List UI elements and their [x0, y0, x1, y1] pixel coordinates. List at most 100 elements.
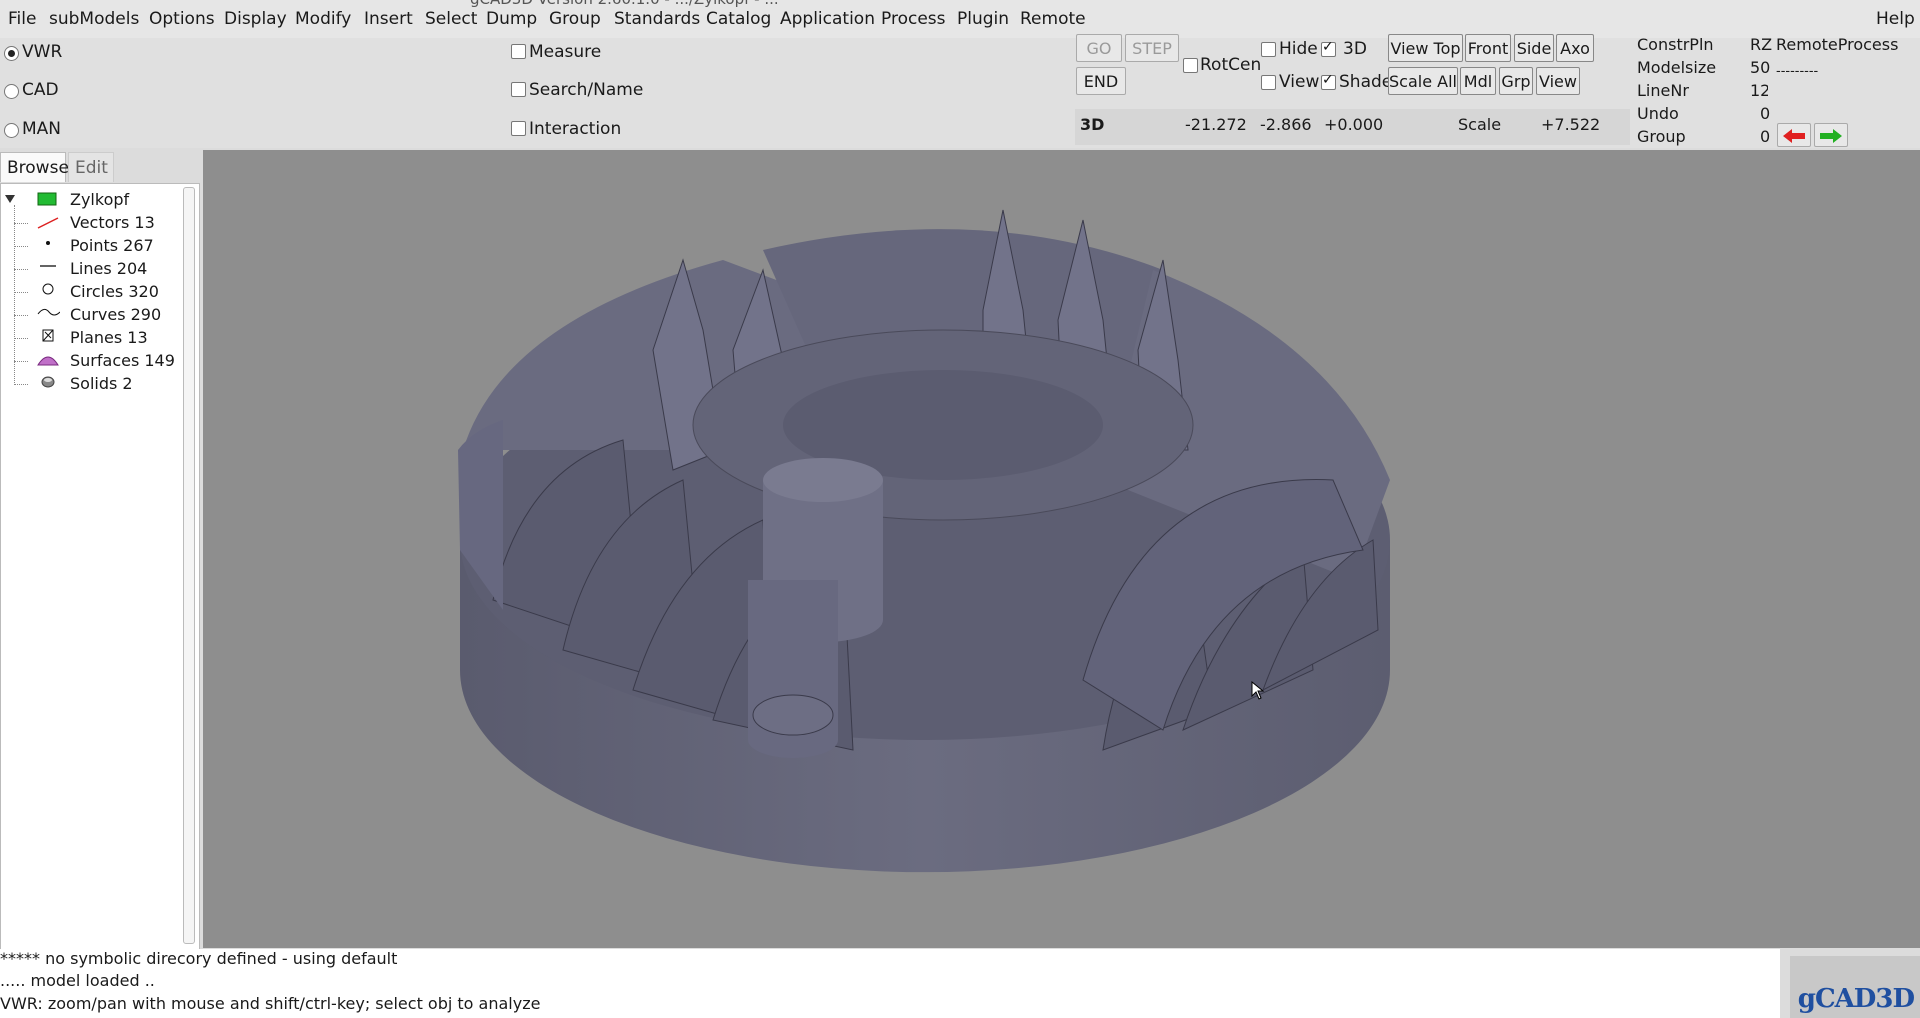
window-title: gCAD3D Version 2.60.1.0 - .../Zylkopf - … — [470, 0, 779, 8]
arrow-right-icon — [1820, 128, 1842, 143]
3d-label[interactable]: 3D — [1343, 39, 1367, 59]
plane-icon — [42, 329, 54, 342]
interaction-checkbox[interactable] — [511, 121, 526, 136]
menu-help[interactable]: Help — [1876, 9, 1915, 29]
surface-icon — [37, 356, 59, 366]
group-label: Group — [1637, 127, 1686, 146]
menu-remote[interactable]: Remote — [1020, 9, 1086, 29]
menubar: gCAD3D Version 2.60.1.0 - .../Zylkopf - … — [0, 0, 1920, 38]
step-button[interactable]: STEP — [1125, 34, 1179, 62]
mode-man-label[interactable]: MAN — [22, 119, 61, 139]
interaction-label[interactable]: Interaction — [529, 119, 621, 139]
menu-group[interactable]: Group — [549, 9, 601, 29]
mode-cad-label[interactable]: CAD — [22, 80, 59, 100]
grp-button[interactable]: Grp — [1499, 67, 1533, 95]
constrpln-value: RZ — [1750, 35, 1773, 54]
menu-file[interactable]: File — [8, 9, 36, 29]
hide-checkbox[interactable] — [1261, 42, 1276, 57]
menu-options[interactable]: Options — [149, 9, 215, 29]
modelsize-label: Modelsize — [1637, 58, 1717, 77]
linenr-label: LineNr — [1637, 81, 1689, 100]
solid-icon — [41, 376, 55, 388]
menu-process[interactable]: Process — [881, 9, 946, 29]
mode-vwr-radio[interactable] — [4, 46, 19, 61]
tree-item-surfaces[interactable]: Surfaces 149 — [70, 351, 175, 370]
message-area: ***** no symbolic direcory defined - usi… — [0, 949, 1780, 1018]
vector-icon — [37, 217, 59, 229]
tree-item-lines[interactable]: Lines 204 — [70, 259, 147, 278]
front-button[interactable]: Front — [1465, 34, 1511, 62]
rotcen-checkbox[interactable] — [1183, 58, 1198, 73]
menu-submodels[interactable]: subModels — [49, 9, 139, 29]
view-top-button[interactable]: View Top — [1388, 34, 1463, 62]
menu-display[interactable]: Display — [224, 9, 287, 29]
coord-z: +0.000 — [1324, 115, 1384, 134]
menu-insert[interactable]: Insert — [364, 9, 413, 29]
point-icon — [46, 241, 50, 245]
scale-label: Scale — [1458, 115, 1502, 134]
side-button[interactable]: Side — [1514, 34, 1554, 62]
shade-checkbox[interactable] — [1321, 72, 1336, 90]
panel-tabs: Browse Edit — [0, 150, 202, 182]
constrpln-label: ConstrPln — [1637, 35, 1714, 54]
redo-arrow-button[interactable] — [1814, 123, 1848, 147]
3d-checkbox[interactable] — [1321, 39, 1336, 57]
tab-browse[interactable]: Browse — [0, 152, 69, 182]
coord-mode: 3D — [1080, 115, 1105, 134]
go-button[interactable]: GO — [1076, 34, 1122, 62]
tree-item-vectors[interactable]: Vectors 13 — [70, 213, 155, 232]
end-button[interactable]: END — [1076, 67, 1126, 95]
curve-icon — [37, 308, 60, 316]
cylinder-head-model[interactable] — [203, 150, 1920, 948]
message-line-2: ..... model loaded .. — [0, 971, 155, 990]
remote-process-value: --------- — [1776, 64, 1819, 79]
tree-scrollbar[interactable] — [183, 187, 195, 944]
mode-man-radio[interactable] — [4, 123, 19, 138]
tab-edit[interactable]: Edit — [68, 152, 114, 182]
tree-root[interactable]: Zylkopf — [70, 190, 129, 209]
mode-vwr-label[interactable]: VWR — [22, 42, 62, 62]
circle-icon — [42, 283, 54, 295]
group-value: 0 — [1760, 127, 1771, 146]
3d-viewport[interactable] — [203, 150, 1920, 948]
undo-arrow-button[interactable] — [1777, 123, 1811, 147]
tree-item-solids[interactable]: Solids 2 — [70, 374, 133, 393]
arrow-left-icon — [1783, 128, 1805, 143]
modelsize-value: 50 — [1750, 58, 1771, 77]
measure-label[interactable]: Measure — [529, 42, 601, 62]
search-name-checkbox[interactable] — [511, 82, 526, 97]
tree-item-planes[interactable]: Planes 13 — [70, 328, 148, 347]
view-label[interactable]: View — [1279, 72, 1319, 92]
scale-value: +7.522 — [1541, 115, 1601, 134]
view-checkbox[interactable] — [1261, 75, 1276, 90]
scale-all-button[interactable]: Scale All — [1388, 67, 1458, 95]
mdl-button[interactable]: Mdl — [1460, 67, 1496, 95]
hide-label[interactable]: Hide — [1279, 39, 1318, 59]
menu-dump[interactable]: Dump — [486, 9, 537, 29]
line-icon — [40, 265, 56, 267]
measure-checkbox[interactable] — [511, 44, 526, 59]
menu-standards[interactable]: Standards — [614, 9, 700, 29]
menu-application[interactable]: Application — [780, 9, 875, 29]
mode-cad-radio[interactable] — [4, 84, 19, 99]
coord-x: -21.272 — [1185, 115, 1247, 134]
coord-y: -2.866 — [1260, 115, 1312, 134]
undo-label: Undo — [1637, 104, 1679, 123]
menu-plugin[interactable]: Plugin — [957, 9, 1009, 29]
app-logo: gCAD3D — [1797, 984, 1915, 1014]
rotcen-label[interactable]: RotCen — [1200, 55, 1261, 75]
tree-item-circles[interactable]: Circles 320 — [70, 282, 159, 301]
search-name-label[interactable]: Search/Name — [529, 80, 643, 100]
shade-label[interactable]: Shade — [1339, 72, 1392, 92]
tree-item-points[interactable]: Points 267 — [70, 236, 154, 255]
undo-value: 0 — [1760, 104, 1771, 123]
tree-item-curves[interactable]: Curves 290 — [70, 305, 161, 324]
expand-triangle-icon[interactable] — [4, 193, 16, 205]
view-button[interactable]: View — [1536, 67, 1580, 95]
linenr-value: 120 — [1750, 81, 1768, 100]
menu-modify[interactable]: Modify — [295, 9, 351, 29]
axo-button[interactable]: Axo — [1556, 34, 1594, 62]
menu-catalog[interactable]: Catalog — [706, 9, 771, 29]
menu-select[interactable]: Select — [425, 9, 477, 29]
logo-area: gCAD3D — [1790, 956, 1920, 1018]
